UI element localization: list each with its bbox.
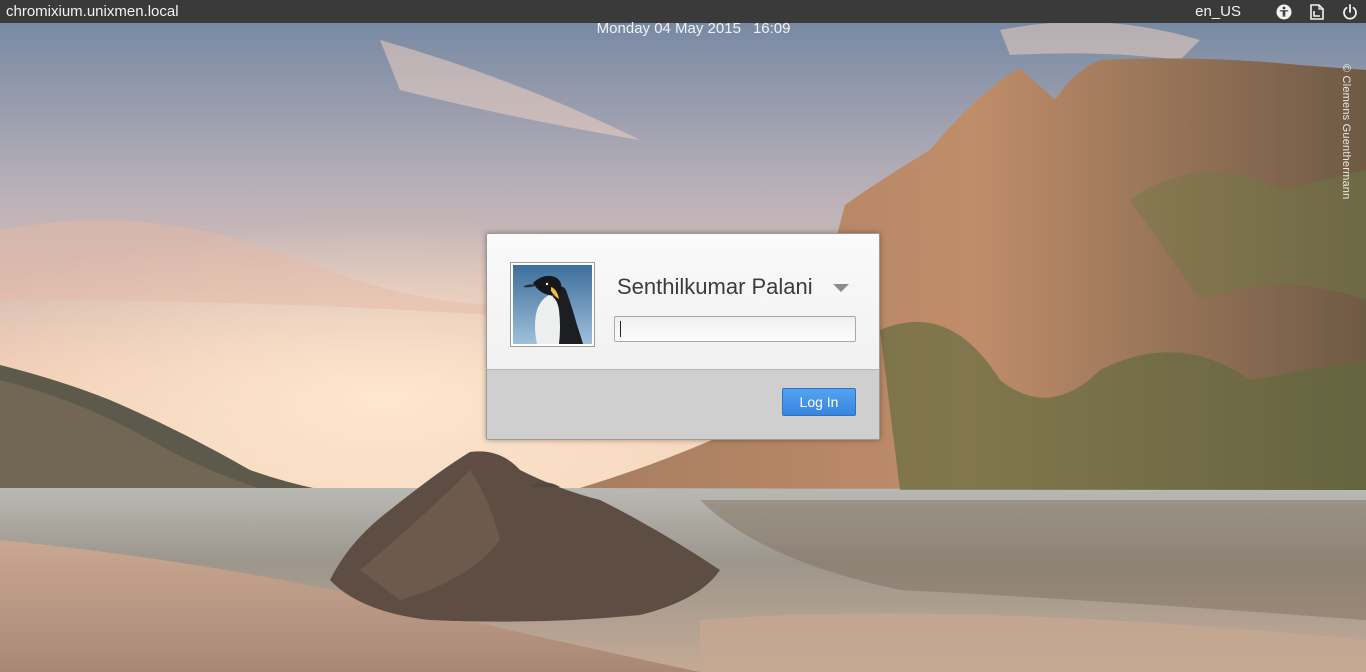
- accessibility-icon[interactable]: [1276, 4, 1292, 20]
- chevron-down-icon[interactable]: [832, 281, 850, 293]
- time-label: 16:09: [752, 20, 791, 37]
- wallpaper-credit: © Clemens Guenthermann: [1340, 64, 1352, 200]
- language-indicator[interactable]: en_US: [1195, 3, 1241, 20]
- login-button[interactable]: Log In: [782, 388, 856, 416]
- hostname-label: chromixium.unixmen.local: [6, 3, 179, 20]
- system-tray: en_US: [1195, 0, 1358, 23]
- clock[interactable]: Monday 04 May 2015 16:09: [580, 3, 791, 54]
- keyboard-layout-icon[interactable]: [1309, 3, 1325, 20]
- user-avatar[interactable]: [510, 262, 595, 347]
- text-caret: [620, 321, 621, 337]
- top-panel: chromixium.unixmen.local Monday 04 May 2…: [0, 0, 1366, 37]
- date-label: Monday 04 May 2015: [596, 20, 741, 37]
- power-icon[interactable]: [1342, 3, 1358, 20]
- user-name-label: Senthilkumar Palani: [617, 274, 813, 299]
- login-actions: Log In: [487, 370, 879, 439]
- password-field[interactable]: [614, 316, 856, 342]
- penguin-avatar-icon: [513, 265, 592, 344]
- login-dialog: Senthilkumar Palani Log In: [486, 233, 880, 440]
- login-user-section: Senthilkumar Palani: [487, 234, 879, 370]
